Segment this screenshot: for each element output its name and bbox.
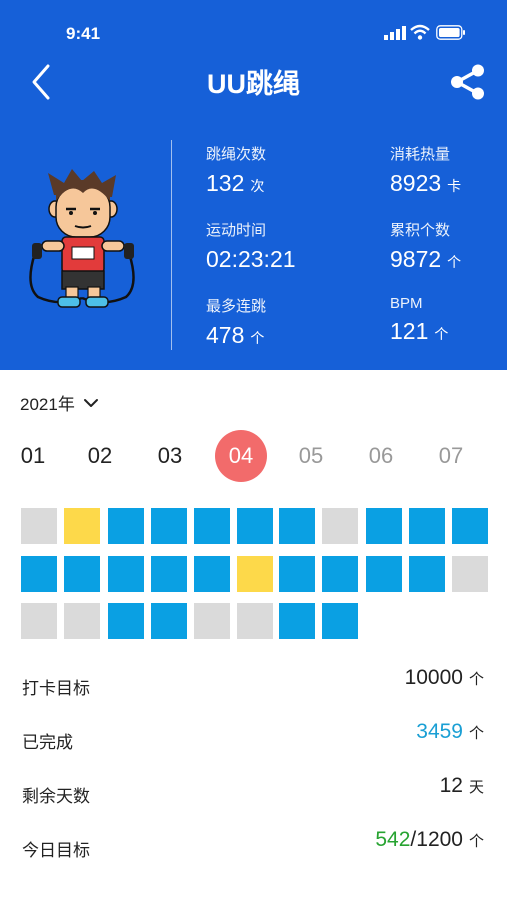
calendar-day-cell[interactable] bbox=[279, 508, 315, 544]
stat-unit: 个 bbox=[447, 254, 462, 270]
today-target-value: 1200 bbox=[416, 828, 463, 851]
stat-unit: 卡 bbox=[447, 178, 462, 194]
page-title: UU跳绳 bbox=[207, 69, 300, 99]
goal-value: 10000 bbox=[404, 666, 463, 689]
year-value: 2021年 bbox=[20, 395, 75, 414]
remaining-days-value: 12 bbox=[439, 774, 463, 797]
goal-label: 打卡目标 bbox=[22, 679, 90, 698]
month-tab-01[interactable]: 01 bbox=[7, 430, 59, 482]
stat-unit: 个 bbox=[434, 326, 449, 342]
calendar-day-cell[interactable] bbox=[409, 556, 445, 592]
calendar-day-cell[interactable] bbox=[151, 508, 187, 544]
calendar-day-cell[interactable] bbox=[237, 556, 273, 592]
calendar-day-cell[interactable] bbox=[237, 603, 273, 639]
year-dropdown[interactable]: 2021年 bbox=[20, 390, 99, 415]
back-button[interactable] bbox=[24, 60, 60, 104]
today-goal-row: 今日目标 542/1200 个 bbox=[22, 828, 484, 864]
header: 9:41 UU跳绳 跳绳次数 132 次 消耗热量 8923 卡 运动时间 02… bbox=[0, 0, 507, 370]
calendar-day-cell[interactable] bbox=[151, 556, 187, 592]
remaining-days-value-group: 12 天 bbox=[440, 774, 484, 798]
today-goal-label: 今日目标 bbox=[22, 841, 90, 860]
calendar-day-cell[interactable] bbox=[151, 603, 187, 639]
month-tab-06[interactable]: 06 bbox=[355, 430, 407, 482]
stat-label: 消耗热量 bbox=[390, 146, 451, 163]
remaining-days-unit: 天 bbox=[468, 779, 484, 796]
calendar-day-cell[interactable] bbox=[237, 508, 273, 544]
completed-unit: 个 bbox=[468, 725, 484, 742]
completed-label: 已完成 bbox=[22, 733, 73, 752]
stat-label: 运动时间 bbox=[206, 222, 267, 239]
month-tab-03[interactable]: 03 bbox=[144, 430, 196, 482]
battery-icon bbox=[436, 25, 465, 40]
share-button[interactable] bbox=[448, 62, 488, 102]
calendar-day-cell[interactable] bbox=[194, 603, 230, 639]
stat-label: BPM bbox=[390, 295, 423, 312]
calendar-day-cell[interactable] bbox=[21, 508, 57, 544]
remaining-days-label: 剩余天数 bbox=[22, 787, 90, 806]
stat-unit: 个 bbox=[250, 330, 265, 346]
signal-icon bbox=[384, 26, 406, 40]
stat-value: 02:23:21 bbox=[206, 246, 296, 272]
month-tab-07[interactable]: 07 bbox=[425, 430, 477, 482]
calendar-day-cell[interactable] bbox=[279, 556, 315, 592]
today-unit: 个 bbox=[468, 833, 484, 850]
calendar-day-cell[interactable] bbox=[108, 556, 144, 592]
goal-value-group: 10000 个 bbox=[405, 666, 484, 690]
stats-divider bbox=[171, 140, 172, 350]
today-goal-value-group: 542/1200 个 bbox=[375, 828, 484, 852]
calendar-day-cell[interactable] bbox=[452, 508, 488, 544]
calendar-day-cell[interactable] bbox=[194, 508, 230, 544]
stat-exercise-time: 运动时间 02:23:21 bbox=[206, 219, 366, 273]
completed-value-group: 3459 个 bbox=[416, 720, 484, 744]
stat-cumulative-count: 累积个数 9872 个 bbox=[390, 219, 507, 273]
stat-label: 累积个数 bbox=[390, 222, 451, 239]
calendar-day-cell[interactable] bbox=[409, 508, 445, 544]
stat-value: 478 bbox=[206, 322, 245, 348]
stat-unit: 次 bbox=[250, 178, 265, 194]
stat-value: 8923 bbox=[390, 170, 442, 196]
share-icon bbox=[451, 64, 484, 100]
calendar-day-cell[interactable] bbox=[279, 603, 315, 639]
stat-label: 跳绳次数 bbox=[206, 146, 267, 163]
month-tab-04[interactable]: 04 bbox=[215, 430, 267, 482]
calendar-day-cell[interactable] bbox=[366, 508, 402, 544]
stat-jump-count: 跳绳次数 132 次 bbox=[206, 143, 366, 197]
calendar-day-cell[interactable] bbox=[108, 603, 144, 639]
stat-label: 最多连跳 bbox=[206, 298, 267, 315]
chevron-down-icon bbox=[83, 398, 98, 407]
wifi-icon bbox=[410, 24, 430, 40]
calendar-day-cell[interactable] bbox=[21, 556, 57, 592]
calendar-day-cell[interactable] bbox=[366, 556, 402, 592]
calendar-day-cell[interactable] bbox=[322, 556, 358, 592]
calendar-day-cell[interactable] bbox=[452, 556, 488, 592]
stat-max-consecutive: 最多连跳 478 个 bbox=[206, 295, 366, 349]
calendar-day-cell[interactable] bbox=[64, 603, 100, 639]
stat-calories: 消耗热量 8923 卡 bbox=[390, 143, 507, 197]
jump-rope-avatar bbox=[29, 169, 135, 308]
stat-value: 9872 bbox=[390, 246, 442, 272]
calendar-day-cell[interactable] bbox=[64, 556, 100, 592]
month-selector: 01 02 03 04 05 06 07 bbox=[0, 430, 507, 482]
goal-row: 打卡目标 10000 个 bbox=[22, 666, 484, 702]
calendar-day-cell[interactable] bbox=[21, 603, 57, 639]
completed-row: 已完成 3459 个 bbox=[22, 720, 484, 756]
stat-bpm: BPM 121 个 bbox=[390, 295, 507, 345]
chevron-left-icon bbox=[32, 64, 50, 100]
today-done-value: 542 bbox=[375, 828, 411, 851]
calendar-day-cell[interactable] bbox=[322, 603, 358, 639]
remaining-days-row: 剩余天数 12 天 bbox=[22, 774, 484, 810]
goal-unit: 个 bbox=[468, 671, 484, 688]
stat-value: 121 bbox=[390, 318, 429, 344]
status-bar: 9:41 bbox=[0, 0, 507, 60]
calendar-day-cell[interactable] bbox=[194, 556, 230, 592]
month-tab-02[interactable]: 02 bbox=[74, 430, 126, 482]
stat-value: 132 bbox=[206, 170, 245, 196]
completed-value: 3459 bbox=[416, 720, 463, 743]
calendar-day-cell[interactable] bbox=[322, 508, 358, 544]
month-tab-05[interactable]: 05 bbox=[285, 430, 337, 482]
calendar-day-cell[interactable] bbox=[108, 508, 144, 544]
calendar-day-cell[interactable] bbox=[64, 508, 100, 544]
status-time: 9:41 bbox=[66, 24, 101, 43]
